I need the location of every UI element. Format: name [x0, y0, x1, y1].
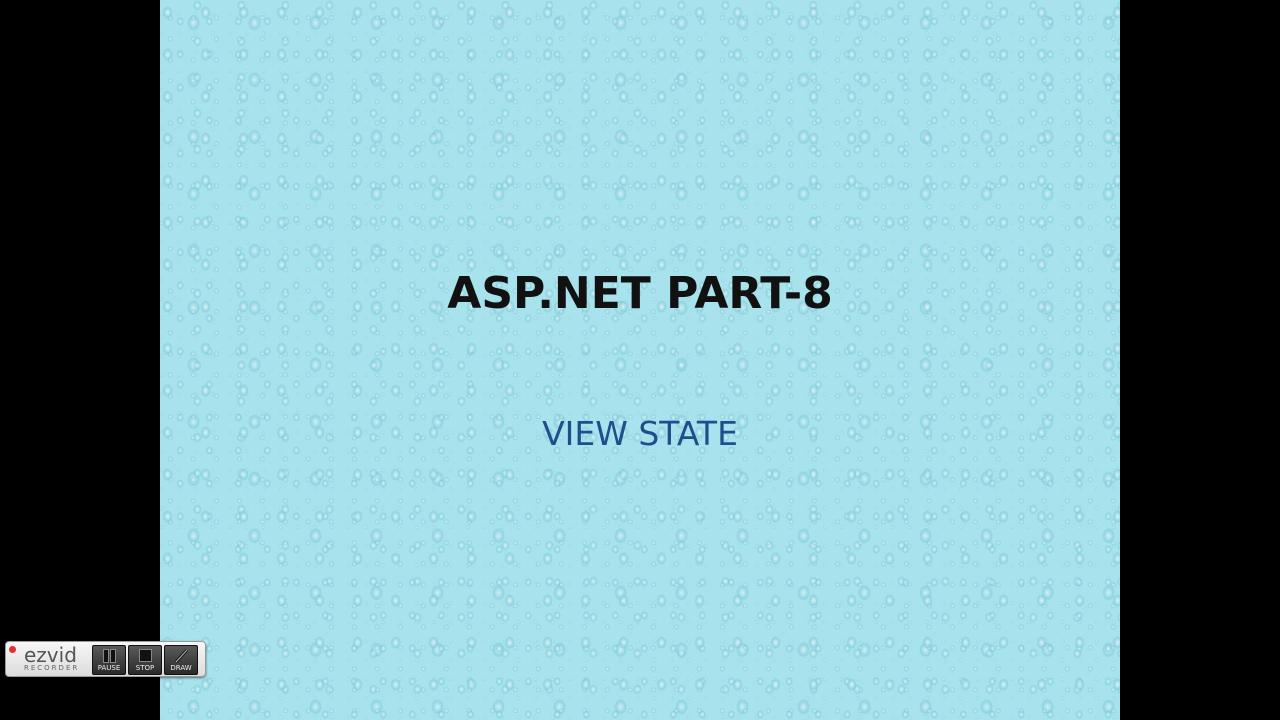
recorder-logo: ezvid RECORDER: [24, 644, 92, 674]
recorder-brand-name: ezvid: [24, 643, 77, 667]
record-indicator-icon: [9, 646, 16, 653]
pause-label: PAUSE: [97, 664, 121, 672]
video-frame: ASP.NET PART-8 VIEW STATE ezvid RECORDER…: [0, 0, 1280, 720]
pause-button[interactable]: PAUSE: [92, 645, 126, 675]
presentation-slide: ASP.NET PART-8 VIEW STATE: [160, 0, 1120, 720]
pause-icon: [93, 648, 125, 663]
stop-icon: [129, 648, 161, 662]
draw-label: DRAW: [170, 664, 192, 672]
recorder-brand-subtitle: RECORDER: [24, 664, 80, 672]
stop-label: STOP: [135, 664, 155, 672]
ezvid-recorder-toolbar: ezvid RECORDER PAUSE STOP DRAW: [5, 641, 206, 677]
stop-button[interactable]: STOP: [128, 645, 162, 675]
draw-button[interactable]: DRAW: [164, 645, 198, 675]
slide-subtitle: VIEW STATE: [542, 414, 738, 453]
slide-title: ASP.NET PART-8: [447, 268, 833, 319]
pen-icon: [165, 648, 197, 664]
